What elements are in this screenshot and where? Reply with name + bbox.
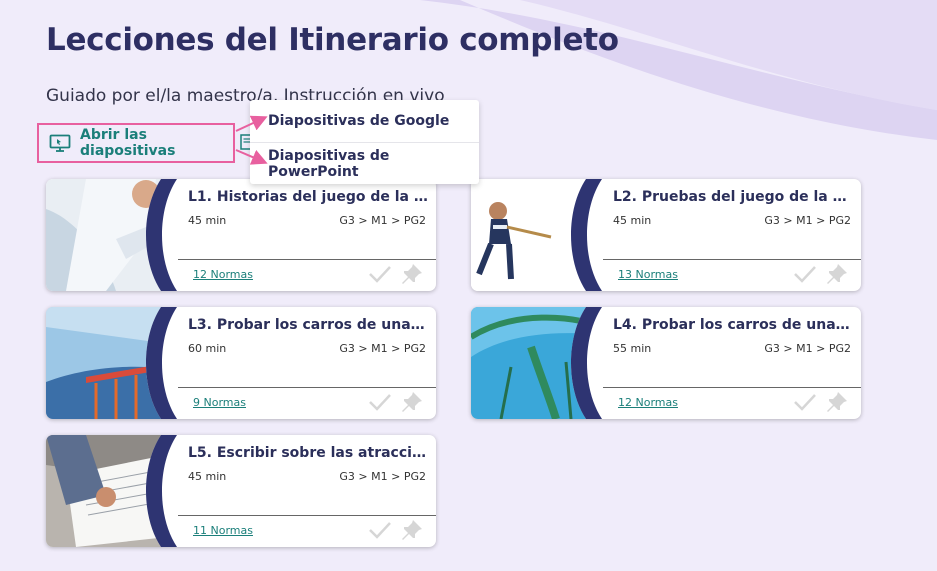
check-icon[interactable] [793, 265, 817, 283]
card-arc [571, 307, 616, 419]
lesson-title[interactable]: L4. Probar los carros de una ... [613, 317, 853, 333]
menu-item-powerpoint-slides[interactable]: Diapositivas de PowerPoint [250, 142, 479, 184]
card-divider [178, 259, 436, 260]
card-arc [146, 307, 191, 419]
lesson-path: G3 > M1 > PG2 [764, 342, 851, 355]
lesson-duration: 55 min [613, 342, 652, 355]
standards-link[interactable]: 9 Normas [193, 396, 246, 409]
lesson-card[interactable]: L5. Escribir sobre las atraccio... 45 mi… [46, 435, 436, 547]
lesson-duration: 45 min [188, 470, 227, 483]
lesson-title[interactable]: L1. Historias del juego de la so... [188, 189, 428, 205]
lesson-duration: 45 min [188, 214, 227, 227]
lesson-title[interactable]: L3. Probar los carros de una ... [188, 317, 428, 333]
lesson-title[interactable]: L2. Pruebas del juego de la so... [613, 189, 853, 205]
lesson-path: G3 > M1 > PG2 [764, 214, 851, 227]
check-icon[interactable] [368, 265, 392, 283]
pin-icon[interactable] [400, 391, 424, 413]
lesson-path: G3 > M1 > PG2 [339, 470, 426, 483]
standards-link[interactable]: 11 Normas [193, 524, 253, 537]
menu-item-google-slides[interactable]: Diapositivas de Google [250, 100, 479, 142]
presentation-icon [49, 134, 71, 152]
check-icon[interactable] [793, 393, 817, 411]
open-slides-label: Abrir las diapositivas [80, 127, 176, 159]
lesson-card[interactable]: L2. Pruebas del juego de la so... 45 min… [471, 179, 861, 291]
check-icon[interactable] [368, 393, 392, 411]
slides-dropdown-menu: Diapositivas de Google Diapositivas de P… [250, 100, 479, 184]
pin-icon[interactable] [400, 519, 424, 541]
lesson-duration: 60 min [188, 342, 227, 355]
check-icon[interactable] [368, 521, 392, 539]
card-divider [178, 387, 436, 388]
lesson-duration: 45 min [613, 214, 652, 227]
card-arc [146, 179, 191, 291]
standards-link[interactable]: 12 Normas [193, 268, 253, 281]
pin-icon[interactable] [400, 263, 424, 285]
card-arc [146, 435, 191, 547]
page-title: Lecciones del Itinerario completo [46, 22, 619, 58]
lesson-path: G3 > M1 > PG2 [339, 214, 426, 227]
standards-link[interactable]: 13 Normas [618, 268, 678, 281]
pin-icon[interactable] [825, 391, 849, 413]
card-arc [571, 179, 616, 291]
lesson-path: G3 > M1 > PG2 [339, 342, 426, 355]
open-slides-button[interactable]: Abrir las diapositivas [37, 123, 235, 163]
card-divider [178, 515, 436, 516]
card-divider [603, 259, 861, 260]
lesson-card[interactable]: L4. Probar los carros de una ... 55 min … [471, 307, 861, 419]
lesson-card[interactable]: L1. Historias del juego de la so... 45 m… [46, 179, 436, 291]
lesson-title[interactable]: L5. Escribir sobre las atraccio... [188, 445, 428, 461]
lesson-card[interactable]: L3. Probar los carros de una ... 60 min … [46, 307, 436, 419]
card-divider [603, 387, 861, 388]
pin-icon[interactable] [825, 263, 849, 285]
standards-link[interactable]: 12 Normas [618, 396, 678, 409]
